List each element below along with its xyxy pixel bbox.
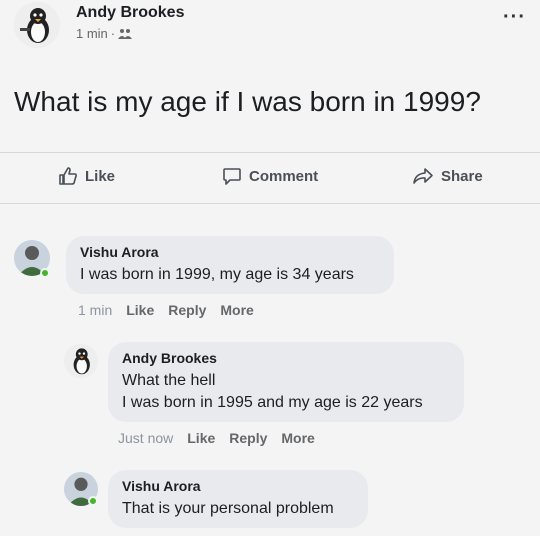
comment-button[interactable]: Comment [222,166,318,186]
meta-separator: · [110,26,116,41]
reply-author[interactable]: Andy Brookes [122,350,450,366]
comment-bubble: Vishu Arora I was born in 1999, my age i… [66,236,394,294]
online-status-dot [40,268,50,278]
thumbs-up-icon [59,167,77,185]
people-icon [118,28,133,39]
online-status-dot [88,496,98,506]
post-text: What is my age if I was born in 1999? [14,86,481,117]
reply-avatar[interactable] [64,344,98,378]
reply-bubble: Andy Brookes What the hell I was born in… [108,342,464,422]
reply-reply-button[interactable]: Reply [229,430,267,446]
like-button[interactable]: Like [58,166,115,186]
penguin-avatar-icon [14,2,60,48]
comment-more-button[interactable]: More [220,302,253,318]
share-label: Share [441,167,483,185]
divider [0,203,540,204]
reply-bubble: Vishu Arora That is your personal proble… [108,470,368,528]
post-meta: 1 min · [76,26,133,41]
action-bar: Like Comment Share [0,160,540,196]
penguin-avatar-icon [64,344,98,378]
reply-text: That is your personal problem [122,500,334,517]
comment-reply-button[interactable]: Reply [168,302,206,318]
share-button[interactable]: Share [412,166,483,186]
divider [0,152,540,153]
reply-actions: Just now Like Reply More [118,430,315,446]
comment-actions: 1 min Like Reply More [78,302,254,318]
reply-time[interactable]: Just now [118,430,173,446]
reply-more-button[interactable]: More [281,430,314,446]
like-label: Like [85,167,116,185]
post-author-name[interactable]: Andy Brookes [76,4,184,22]
comment-label: Comment [249,167,319,185]
comment-text: I was born in 1999, my age is 34 years [80,266,354,283]
comment-like-button[interactable]: Like [126,302,154,318]
author-avatar[interactable] [14,2,60,48]
reply-author[interactable]: Vishu Arora [122,478,354,494]
comment-icon [223,168,241,185]
comment-time[interactable]: 1 min [78,302,112,318]
post-header: Andy Brookes 1 min · ··· [14,0,530,50]
reply-text: What the hell I was born in 1995 and my … [122,372,423,411]
post-time[interactable]: 1 min [76,26,108,41]
comment-author[interactable]: Vishu Arora [80,244,380,260]
post-options-button[interactable]: ··· [503,6,526,29]
share-icon [413,168,433,184]
reply-like-button[interactable]: Like [187,430,215,446]
